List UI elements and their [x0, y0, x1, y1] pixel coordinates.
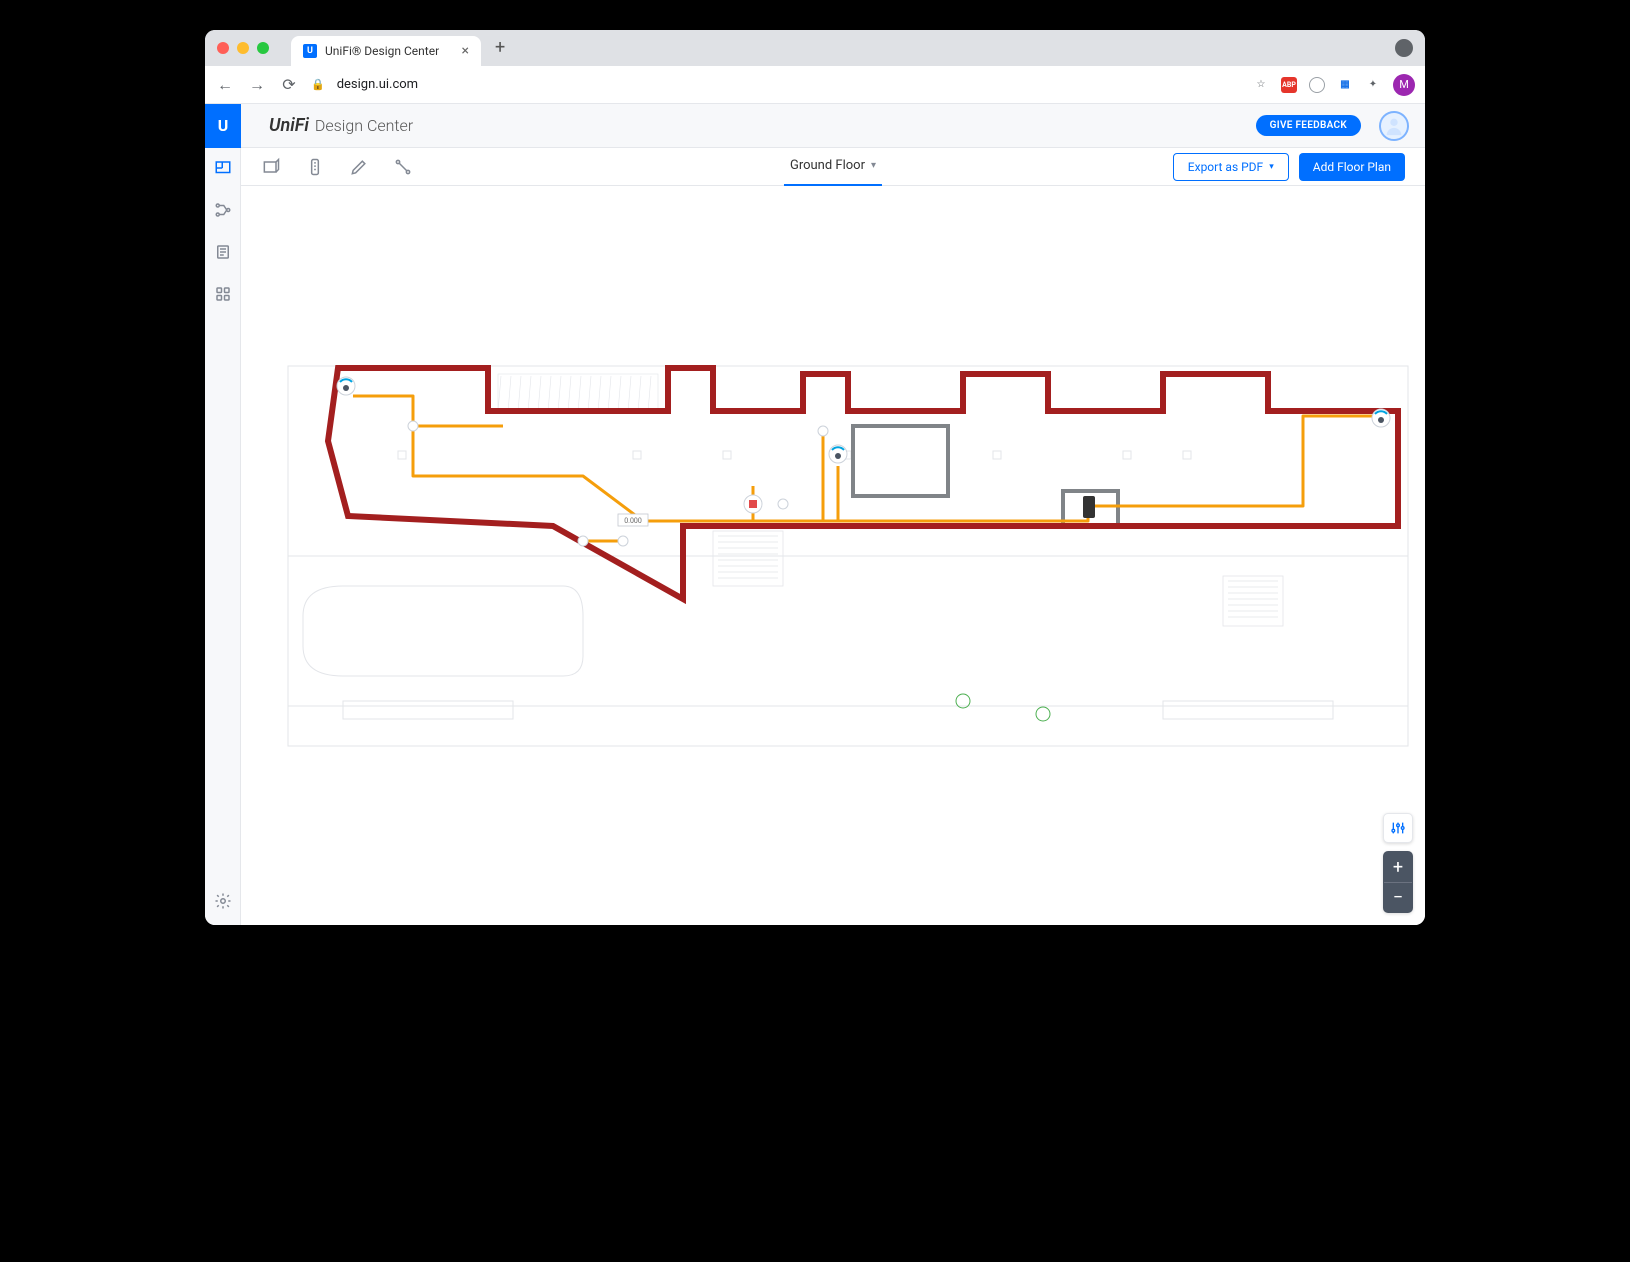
- chevron-down-icon: ▾: [1269, 162, 1274, 172]
- camera-device-icon[interactable]: [337, 377, 355, 395]
- give-feedback-button[interactable]: GIVE FEEDBACK: [1256, 115, 1361, 136]
- window-close-dot[interactable]: [217, 42, 229, 54]
- nav-apps-icon[interactable]: [213, 284, 233, 304]
- tool-device-icon[interactable]: [305, 157, 325, 177]
- browser-tab[interactable]: U UniFi® Design Center ×: [291, 36, 481, 66]
- back-icon[interactable]: ←: [215, 75, 235, 95]
- switch-device-icon[interactable]: [744, 495, 762, 513]
- window-minimize-dot[interactable]: [237, 42, 249, 54]
- brand-title: UniFi Design Center: [269, 115, 413, 136]
- export-pdf-button[interactable]: Export as PDF ▾: [1173, 153, 1289, 181]
- app-header: U UniFi Design Center GIVE FEEDBACK: [205, 104, 1425, 148]
- floorplan-drawing: 0.000: [281, 356, 1415, 756]
- svg-text:0.000: 0.000: [624, 517, 642, 525]
- canvas-overlay-controls: + −: [1383, 813, 1413, 913]
- tab-close-icon[interactable]: ×: [462, 43, 469, 59]
- zoom-control: + −: [1383, 851, 1413, 913]
- floorplan-canvas[interactable]: 0.000 + −: [241, 186, 1425, 925]
- toolbar: Ground Floor ▾ Export as PDF ▾ Add Floor…: [241, 148, 1425, 186]
- url-text[interactable]: design.ui.com: [337, 77, 418, 92]
- dimension-label: 0.000: [618, 514, 648, 526]
- nav-floorplan-icon[interactable]: [213, 158, 233, 178]
- floor-label: Ground Floor: [790, 158, 865, 173]
- extensions-puzzle-icon[interactable]: ✦: [1365, 77, 1381, 93]
- bookmark-star-icon[interactable]: ☆: [1253, 77, 1269, 93]
- tool-coverage-icon[interactable]: [261, 157, 281, 177]
- browser-tabstrip: U UniFi® Design Center × +: [205, 30, 1425, 66]
- zoom-in-button[interactable]: +: [1384, 852, 1412, 882]
- extension-tray: ☆ ABP ▦ ✦ M: [1253, 74, 1415, 96]
- tool-draw-icon[interactable]: [349, 157, 369, 177]
- extension-icon[interactable]: ▦: [1337, 77, 1353, 93]
- forward-icon[interactable]: →: [247, 75, 267, 95]
- incognito-icon: [1395, 39, 1413, 57]
- chevron-down-icon: ▾: [871, 160, 876, 171]
- tab-favicon: U: [303, 44, 317, 58]
- rack-device-icon[interactable]: [1083, 496, 1095, 518]
- add-floor-plan-button[interactable]: Add Floor Plan: [1299, 153, 1405, 181]
- left-nav: [205, 148, 241, 925]
- new-tab-button[interactable]: +: [495, 39, 505, 57]
- extension-icon[interactable]: [1309, 77, 1325, 93]
- browser-urlbar: ← → ⟳ 🔒 design.ui.com ☆ ABP ▦ ✦ M: [205, 66, 1425, 104]
- nav-settings-icon[interactable]: [213, 891, 233, 911]
- layers-settings-button[interactable]: [1383, 813, 1413, 843]
- fp-background-lines: [288, 366, 1408, 746]
- camera-device-icon[interactable]: [829, 445, 847, 463]
- boundary-walls: [328, 368, 1398, 599]
- lock-icon: 🔒: [311, 78, 325, 91]
- nav-list-icon[interactable]: [213, 242, 233, 262]
- tab-title: UniFi® Design Center: [325, 44, 439, 58]
- floor-selector[interactable]: Ground Floor ▾: [784, 148, 882, 186]
- browser-window: U UniFi® Design Center × + ← → ⟳ 🔒 desig…: [205, 30, 1425, 925]
- adblock-icon[interactable]: ABP: [1281, 77, 1297, 93]
- unifi-logo[interactable]: U: [205, 104, 241, 148]
- user-avatar[interactable]: [1379, 111, 1409, 141]
- floorplan-svg: 0.000: [281, 356, 1415, 756]
- reload-icon[interactable]: ⟳: [279, 75, 299, 94]
- cable-runs: [353, 396, 1378, 541]
- camera-device-icon[interactable]: [1372, 409, 1390, 427]
- sliders-icon: [1390, 820, 1406, 836]
- window-fullscreen-dot[interactable]: [257, 42, 269, 54]
- user-icon: [1383, 115, 1405, 137]
- main-panel: Ground Floor ▾ Export as PDF ▾ Add Floor…: [241, 148, 1425, 925]
- fp-room-walls: [853, 426, 1118, 526]
- profile-avatar[interactable]: M: [1393, 74, 1415, 96]
- app-body: Ground Floor ▾ Export as PDF ▾ Add Floor…: [205, 148, 1425, 925]
- nav-topology-icon[interactable]: [213, 200, 233, 220]
- tool-cable-icon[interactable]: [393, 157, 413, 177]
- zoom-out-button[interactable]: −: [1384, 882, 1412, 912]
